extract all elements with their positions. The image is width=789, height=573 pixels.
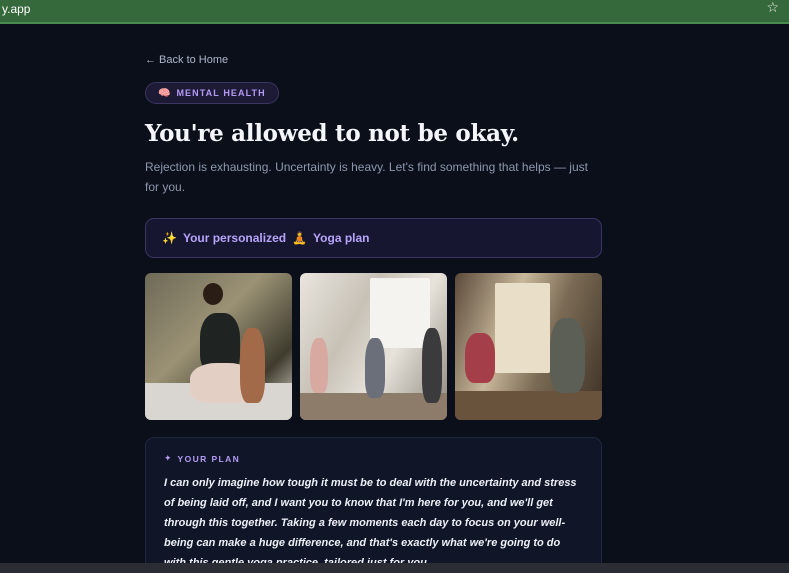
sparkle-icon: ✦ <box>164 454 172 464</box>
star-icon[interactable]: ☆ <box>766 0 779 16</box>
two-women-yoga-studio-photo <box>455 273 602 420</box>
plan-banner-activity: Yoga plan <box>313 231 370 245</box>
address-bar[interactable]: y.app <box>2 2 30 16</box>
group-yoga-class-photo <box>300 273 447 420</box>
page-title: You're allowed to not be okay. <box>145 120 519 147</box>
yoga-person-icon: 🧘 <box>292 231 308 245</box>
plan-banner-text: Your personalized <box>182 231 287 245</box>
back-to-home-link[interactable]: ← Back to Home <box>145 54 228 66</box>
os-taskbar <box>0 563 789 573</box>
badge-label: MENTAL HEALTH <box>176 88 266 98</box>
woman-stretching-on-deck-photo <box>145 273 292 420</box>
brain-icon: 🧠 <box>158 87 171 99</box>
your-plan-label: YOUR PLAN <box>177 454 241 464</box>
yoga-photo-gallery <box>145 273 602 420</box>
sparkles-icon: ✨ <box>162 231 177 245</box>
your-plan-text: I can only imagine how tough it must be … <box>164 477 577 569</box>
category-badge: 🧠 MENTAL HEALTH <box>145 82 279 104</box>
browser-toolbar: y.app ☆ <box>0 0 789 24</box>
personalized-plan-banner: ✨ Your personalized 🧘 Yoga plan <box>145 218 602 258</box>
page-subtitle: Rejection is exhausting. Uncertainty is … <box>145 160 588 194</box>
your-plan-card: ✦ YOUR PLAN I can only imagine how tough… <box>145 437 602 573</box>
your-plan-header: ✦ YOUR PLAN <box>164 454 583 464</box>
